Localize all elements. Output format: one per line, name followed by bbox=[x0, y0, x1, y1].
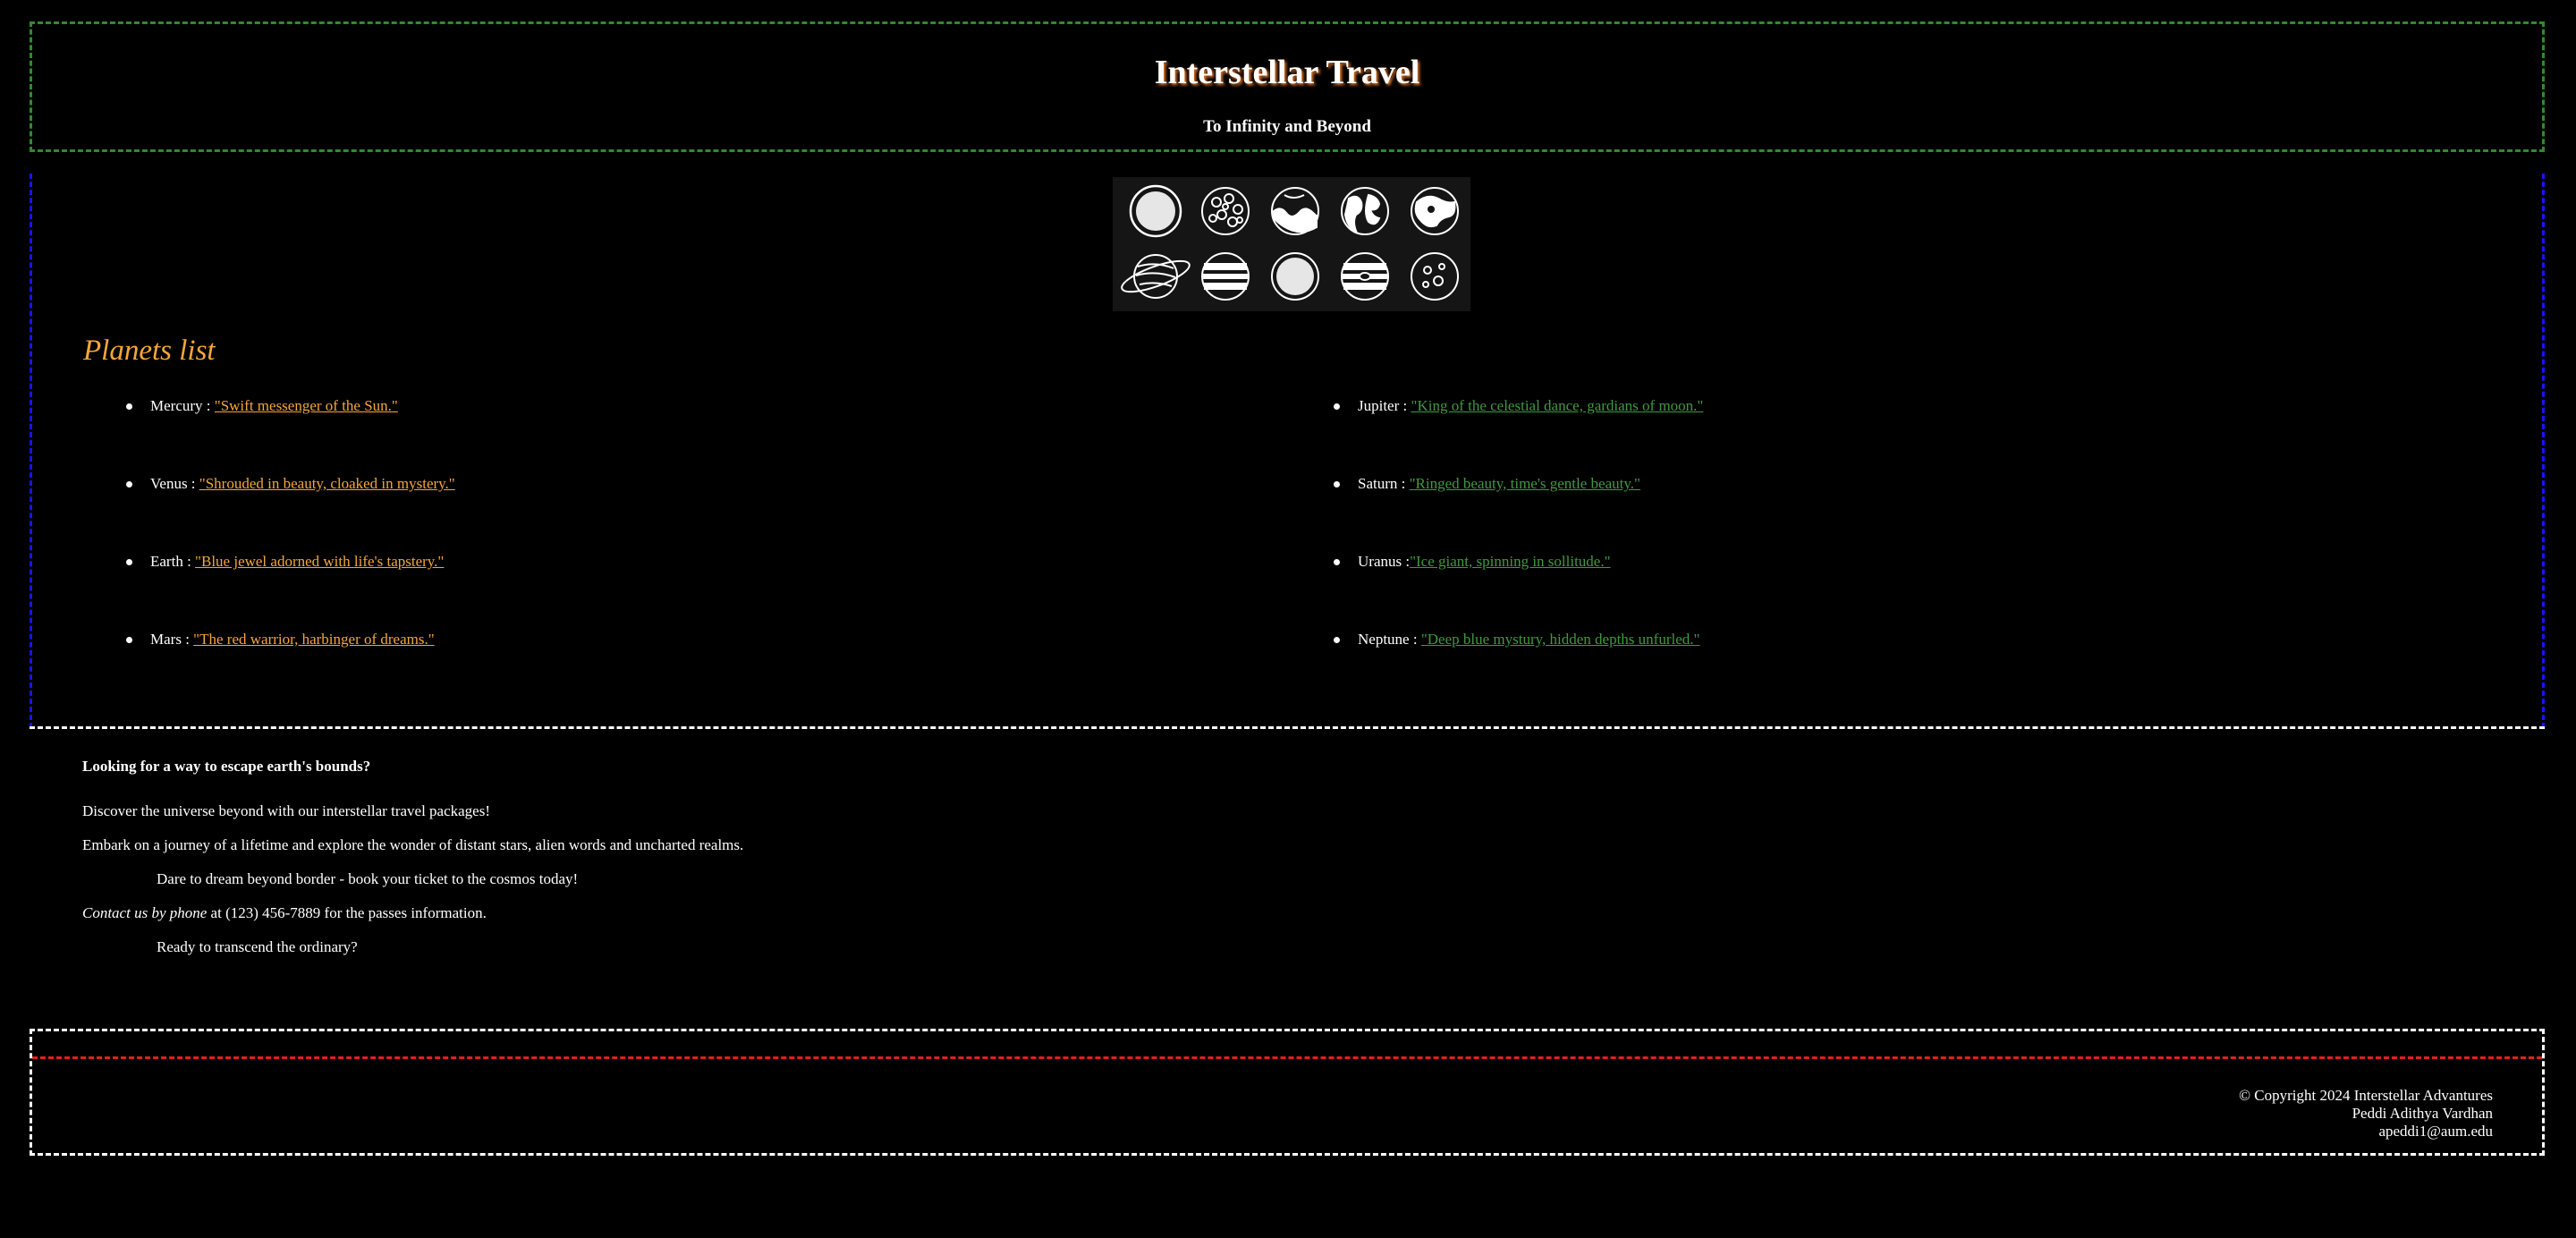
uranus-icon bbox=[1271, 252, 1319, 301]
author-name: Peddi Adithya Vardhan bbox=[2351, 1105, 2493, 1122]
list-item: Mars : "The red warrior, harbinger of dr… bbox=[126, 631, 455, 708]
mercury-icon bbox=[1201, 187, 1250, 235]
planet-name: Venus : bbox=[150, 475, 199, 492]
info-contact: Contact us by phone at (123) 456-7889 fo… bbox=[82, 904, 487, 922]
planet-quote-link[interactable]: "Ice giant, spinning in sollitude." bbox=[1410, 553, 1610, 570]
list-item: Saturn : "Ringed beauty, time's gentle b… bbox=[1334, 475, 1703, 553]
list-item: Jupiter : "King of the celestial dance, … bbox=[1334, 397, 1703, 475]
earth-icon bbox=[1341, 187, 1389, 235]
venus-icon bbox=[1271, 187, 1319, 235]
footer-divider bbox=[32, 1056, 2542, 1059]
planet-quote-link[interactable]: "The red warrior, harbinger of dreams." bbox=[193, 631, 435, 648]
info-question: Looking for a way to escape earth's boun… bbox=[82, 758, 371, 775]
author-email: apeddi1@aum.edu bbox=[2378, 1123, 2493, 1140]
inner-planets-list: Mercury : "Swift messenger of the Sun." … bbox=[126, 397, 455, 708]
list-item: Earth : "Blue jewel adorned with life's … bbox=[126, 553, 455, 631]
page-header: Interstellar Travel To Infinity and Beyo… bbox=[30, 21, 2545, 152]
planet-name: Neptune : bbox=[1358, 631, 1421, 648]
list-item: Venus : "Shrouded in beauty, cloaked in … bbox=[126, 475, 455, 553]
jupiter-icon bbox=[1201, 252, 1250, 301]
copyright-text: © Copyright 2024 Interstellar Advantures bbox=[2239, 1087, 2493, 1104]
planet-name: Mercury : bbox=[150, 397, 215, 414]
planet-quote-link[interactable]: "Blue jewel adorned with life's tapstery… bbox=[195, 553, 444, 570]
planet-name: Mars : bbox=[150, 631, 194, 648]
contact-emphasis: Contact us by phone bbox=[82, 904, 208, 921]
info-line-discover: Discover the universe beyond with our in… bbox=[82, 802, 491, 819]
page-title: Interstellar Travel bbox=[1154, 54, 1420, 91]
neptune-icon bbox=[1341, 252, 1389, 301]
footer-credits: © Copyright 2024 Interstellar Advantures… bbox=[2239, 1087, 2493, 1140]
pluto-icon bbox=[1411, 252, 1459, 301]
planet-quote-link[interactable]: "Ringed beauty, time's gentle beauty." bbox=[1410, 475, 1640, 492]
page-footer: © Copyright 2024 Interstellar Advantures… bbox=[30, 1029, 2545, 1156]
main-section: Planets list Mercury : "Swift messenger … bbox=[30, 174, 2545, 728]
planet-name: Uranus : bbox=[1358, 553, 1411, 570]
info-line-dare: Dare to dream beyond border - book your … bbox=[157, 870, 579, 887]
sun-icon bbox=[1129, 184, 1182, 238]
saturn-icon bbox=[1121, 254, 1191, 299]
list-item: Mercury : "Swift messenger of the Sun." bbox=[126, 397, 455, 475]
planet-quote-link[interactable]: "Swift messenger of the Sun." bbox=[215, 397, 398, 414]
planets-heading: Planets list bbox=[83, 335, 216, 367]
planet-name: Earth : bbox=[150, 553, 196, 570]
planet-quote-link[interactable]: "Shrouded in beauty, cloaked in mystery.… bbox=[199, 475, 455, 492]
list-item: Uranus :"Ice giant, spinning in sollitud… bbox=[1334, 553, 1703, 631]
list-item: Neptune : "Deep blue mystury, hidden dep… bbox=[1334, 631, 1703, 708]
planet-name: Saturn : bbox=[1358, 475, 1410, 492]
planets-image bbox=[1113, 177, 1470, 311]
moon-icon bbox=[1411, 187, 1459, 235]
outer-planets-list: Jupiter : "King of the celestial dance, … bbox=[1334, 397, 1703, 708]
info-line-ready: Ready to transcend the ordinary? bbox=[157, 938, 358, 955]
planet-quote-link[interactable]: "King of the celestial dance, gardians o… bbox=[1411, 397, 1704, 414]
planet-name: Jupiter : bbox=[1358, 397, 1411, 414]
info-section: Looking for a way to escape earth's boun… bbox=[30, 726, 2545, 995]
contact-phone: at (123) 456-7889 for the passes informa… bbox=[207, 904, 487, 921]
info-line-embark: Embark on a journey of a lifetime and ex… bbox=[82, 836, 744, 853]
planet-quote-link[interactable]: "Deep blue mystury, hidden depths unfurl… bbox=[1421, 631, 1700, 648]
page-subtitle: To Infinity and Beyond bbox=[1203, 117, 1371, 136]
